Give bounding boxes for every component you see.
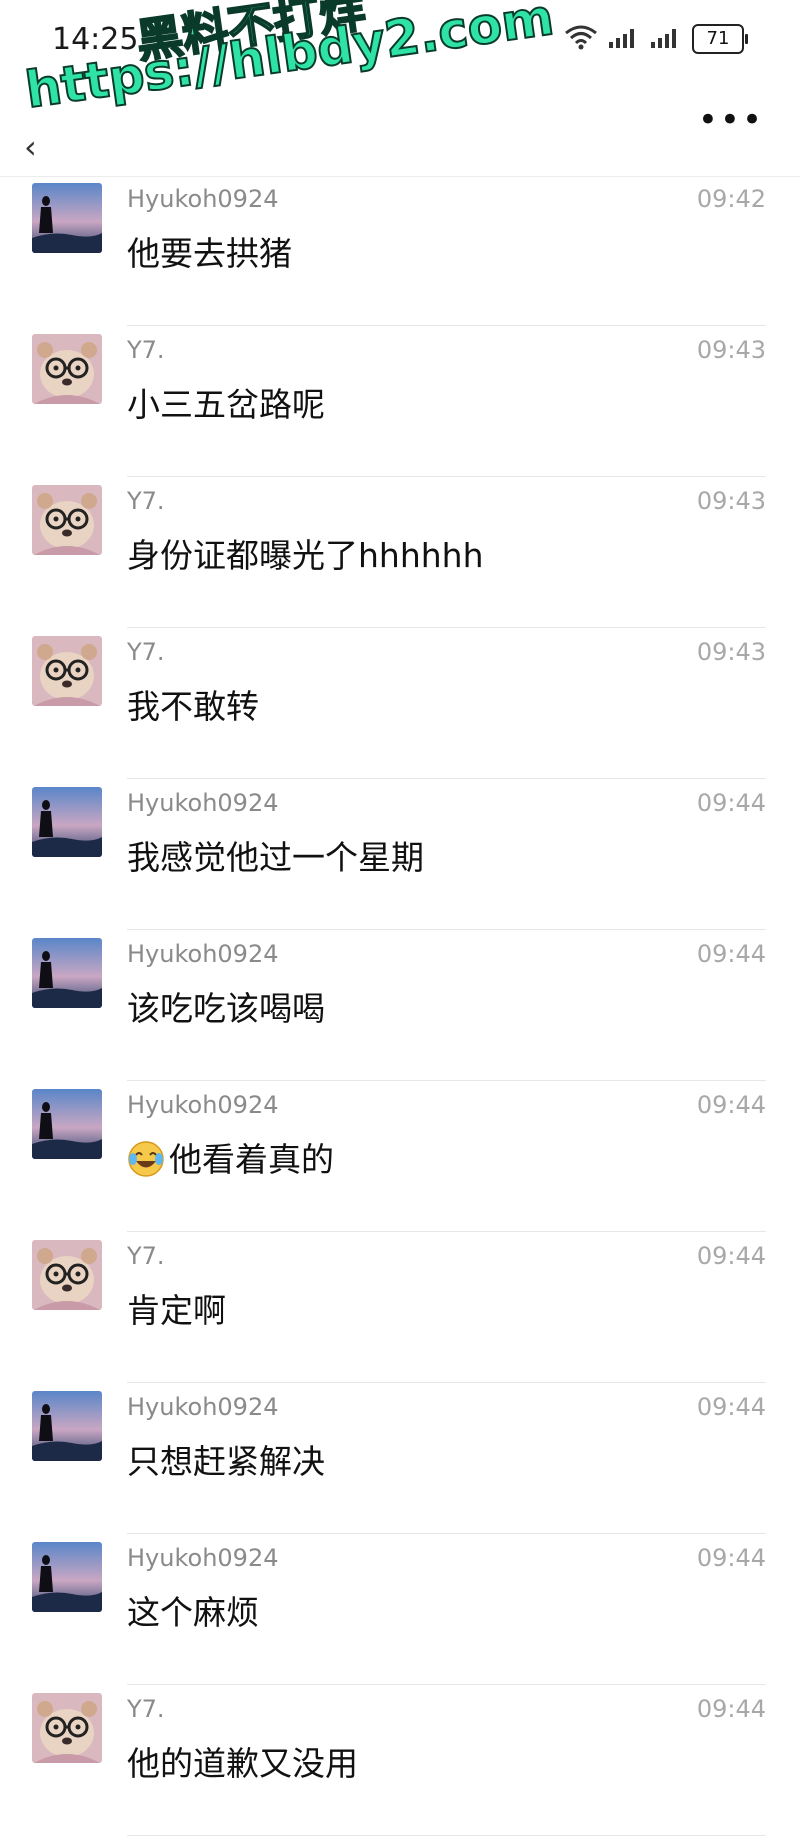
message-time: 09:42 — [696, 185, 766, 213]
message-body: 这个麻烦 — [127, 1593, 259, 1632]
message-time: 09:43 — [696, 487, 766, 515]
message-sender: Y7. — [127, 487, 165, 515]
avatar[interactable] — [32, 787, 102, 857]
message-item[interactable]: Hyukoh0924 09:44 我感觉他过一个星期 — [0, 779, 800, 930]
avatar[interactable] — [32, 938, 102, 1008]
message-body: 身份证都曝光了hhhhhh — [127, 536, 484, 575]
message-body: 他要去拱猪 — [127, 234, 292, 273]
avatar[interactable] — [32, 636, 102, 706]
message-item[interactable]: Y7. 09:43 身份证都曝光了hhhhhh — [0, 477, 800, 628]
back-icon[interactable]: ‹ — [24, 128, 37, 166]
message-text: 他要去拱猪 — [127, 227, 292, 275]
more-options-icon[interactable]: ••• — [698, 100, 764, 140]
message-item[interactable]: Y7. 09:43 小三五岔路呢 — [0, 326, 800, 477]
message-item[interactable]: Hyukoh0924 09:44 只想赶紧解决 — [0, 1383, 800, 1534]
message-body: 肯定啊 — [127, 1291, 226, 1330]
message-time: 09:44 — [696, 1393, 766, 1421]
message-text: 我不敢转 — [127, 680, 259, 728]
message-sender: Y7. — [127, 1242, 165, 1270]
message-body: 我不敢转 — [127, 687, 259, 726]
message-item[interactable]: Y7. 09:43 我不敢转 — [0, 628, 800, 779]
message-item[interactable]: Hyukoh0924 09:42 他要去拱猪 — [0, 175, 800, 326]
message-body: 他看着真的 — [169, 1140, 334, 1179]
battery-icon: 71 — [692, 24, 748, 54]
signal-icon — [608, 25, 640, 53]
signal-icon-2 — [650, 25, 682, 53]
avatar[interactable] — [32, 183, 102, 253]
system-icons: 71 — [564, 24, 748, 54]
message-text: 小三五岔路呢 — [127, 378, 325, 426]
message-sender: Hyukoh0924 — [127, 1393, 279, 1421]
laughing-crying-emoji — [128, 1141, 164, 1177]
message-item[interactable]: Hyukoh0924 09:44 该吃吃该喝喝 — [0, 930, 800, 1081]
message-item[interactable]: Y7. 09:44 他的道歉又没用 — [0, 1685, 800, 1836]
message-text: 他看着真的 — [127, 1133, 334, 1181]
message-sender: Hyukoh0924 — [127, 185, 279, 213]
message-time: 09:43 — [696, 336, 766, 364]
message-text: 身份证都曝光了hhhhhh — [127, 529, 484, 577]
message-text: 肯定啊 — [127, 1284, 226, 1332]
message-text: 他的道歉又没用 — [127, 1737, 358, 1785]
message-time: 09:44 — [696, 1544, 766, 1572]
message-body: 小三五岔路呢 — [127, 385, 325, 424]
message-text: 该吃吃该喝喝 — [127, 982, 325, 1030]
message-body: 我感觉他过一个星期 — [127, 838, 424, 877]
message-time: 09:43 — [696, 638, 766, 666]
message-sender: Hyukoh0924 — [127, 1091, 279, 1119]
avatar[interactable] — [32, 1089, 102, 1159]
message-time: 09:44 — [696, 1091, 766, 1119]
avatar[interactable] — [32, 334, 102, 404]
avatar[interactable] — [32, 1693, 102, 1763]
message-text: 只想赶紧解决 — [127, 1435, 325, 1483]
message-time: 09:44 — [696, 1242, 766, 1270]
message-body: 他的道歉又没用 — [127, 1744, 358, 1783]
message-time: 09:44 — [696, 789, 766, 817]
message-item[interactable]: Y7. 09:44 肯定啊 — [0, 1232, 800, 1383]
message-list: Hyukoh0924 09:42 他要去拱猪 Y7. 09:43 小三五岔路呢 … — [0, 175, 800, 1836]
message-sender: Y7. — [127, 638, 165, 666]
message-sender: Hyukoh0924 — [127, 1544, 279, 1572]
message-sender: Hyukoh0924 — [127, 940, 279, 968]
message-text: 这个麻烦 — [127, 1586, 259, 1634]
message-sender: Hyukoh0924 — [127, 789, 279, 817]
avatar[interactable] — [32, 1391, 102, 1461]
message-body: 只想赶紧解决 — [127, 1442, 325, 1481]
message-body: 该吃吃该喝喝 — [127, 989, 325, 1028]
avatar[interactable] — [32, 1542, 102, 1612]
message-time: 09:44 — [696, 1695, 766, 1723]
message-time: 09:44 — [696, 940, 766, 968]
wifi-icon — [564, 24, 598, 54]
message-item[interactable]: Hyukoh0924 09:44 他看着真的 — [0, 1081, 800, 1232]
message-sender: Y7. — [127, 1695, 165, 1723]
message-item[interactable]: Hyukoh0924 09:44 这个麻烦 — [0, 1534, 800, 1685]
message-sender: Y7. — [127, 336, 165, 364]
message-text: 我感觉他过一个星期 — [127, 831, 424, 879]
avatar[interactable] — [32, 1240, 102, 1310]
avatar[interactable] — [32, 485, 102, 555]
